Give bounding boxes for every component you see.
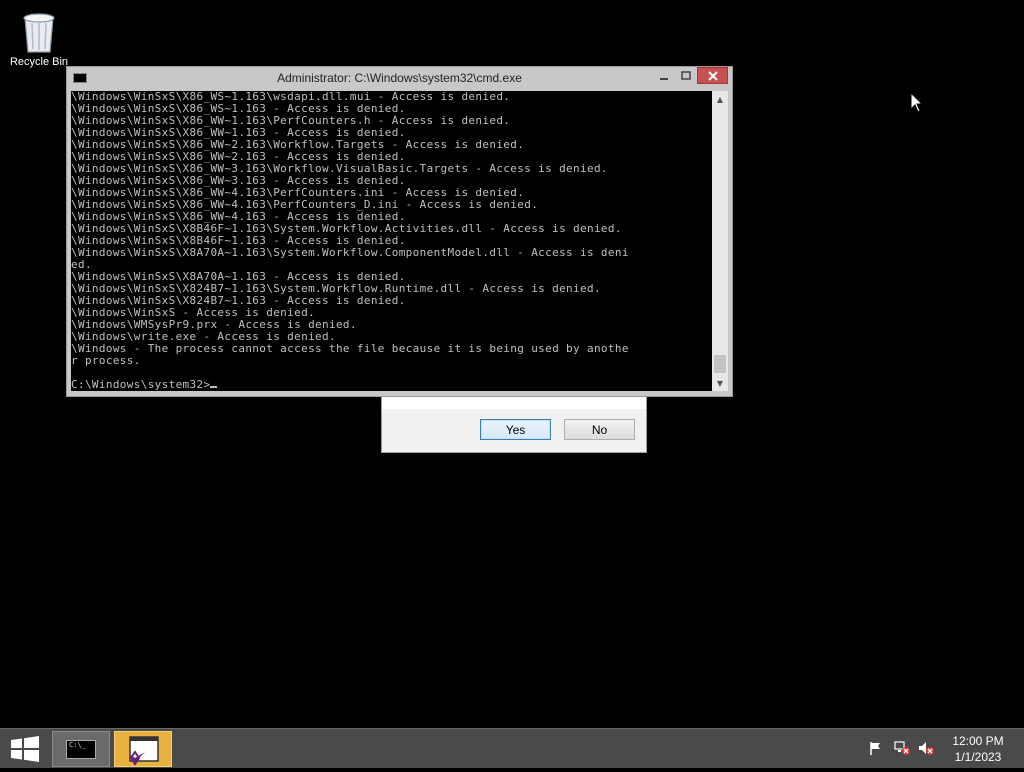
recycle-bin-icon [19,8,59,54]
taskbar: C:\_ 12:00 PM 1/1/2023 [0,728,1024,768]
confirmation-dialog: Yes No [381,390,647,453]
start-button[interactable] [10,736,40,762]
maximize-icon [681,70,691,80]
taskbar-cmd-button[interactable]: C:\_ [52,731,110,767]
cmd-window: Administrator: C:\Windows\system32\cmd.e… [66,66,733,397]
text-cursor [210,386,218,388]
recycle-bin-label: Recycle Bin [9,56,69,68]
console-output[interactable]: \Windows\WinSxS\X86_WS~1.163\wsdapi.dll.… [71,91,712,391]
console-line: \Windows\WinSxS\X8A70A~1.163\System.Work… [71,246,629,259]
clock-date: 1/1/2023 [954,750,1002,764]
visual-studio-icon [129,736,159,766]
recycle-bin-shortcut[interactable]: Recycle Bin [4,8,74,68]
vertical-scrollbar[interactable]: ▲ ▼ [712,91,728,391]
taskbar-visual-studio-button[interactable] [114,731,172,767]
yes-button[interactable]: Yes [480,419,551,440]
mouse-pointer-icon [910,91,924,118]
console-line: r process. [71,354,141,367]
scroll-thumb[interactable] [714,355,726,373]
cmd-titlebar[interactable]: Administrator: C:\Windows\system32\cmd.e… [67,67,732,90]
console-line: C:\Windows\system32> [71,379,712,391]
volume-muted-icon[interactable] [917,740,935,759]
scroll-down-icon[interactable]: ▼ [712,375,728,391]
console-line: \Windows - The process cannot access the… [71,342,629,355]
maximize-button[interactable] [675,67,697,84]
close-icon [707,70,718,81]
action-center-flag-icon[interactable] [868,740,884,759]
cmd-window-title: Administrator: C:\Windows\system32\cmd.e… [277,71,522,85]
minimize-icon [660,77,668,80]
windows-logo-icon [11,736,39,762]
scroll-up-icon[interactable]: ▲ [712,91,728,107]
close-button[interactable] [697,67,728,84]
network-disconnected-icon[interactable] [893,740,911,759]
minimize-button[interactable] [653,67,675,84]
clock-time: 12:00 PM [952,734,1004,748]
system-clock[interactable]: 12:00 PM 1/1/2023 [940,733,1016,765]
cmd-icon: C:\_ [66,740,96,759]
no-button[interactable]: No [564,419,635,440]
